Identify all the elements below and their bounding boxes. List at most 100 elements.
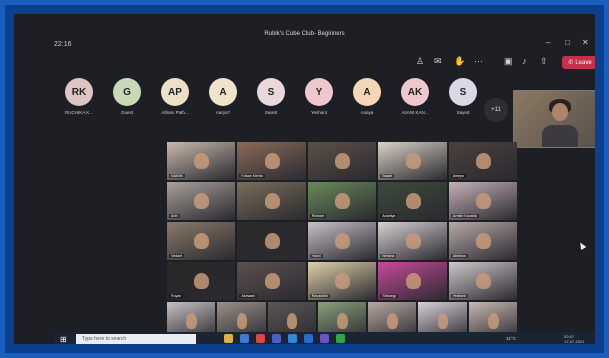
camera-icon[interactable]: ▣ [504,56,513,67]
avatar: A [353,78,381,106]
video-tile[interactable]: Ashwani [237,262,306,300]
participant-video [405,272,421,289]
video-tile[interactable]: Ravashith [307,262,377,300]
video-tile-name: Abhisha [450,254,468,258]
video-tile[interactable]: Vedant [167,222,236,260]
participant-video [286,312,298,329]
participant-name: Anaya [360,110,374,115]
weather-temp: 31°C [506,336,517,341]
video-tile[interactable]: NAINIK [167,142,236,180]
windows-start-icon[interactable]: ⊞ [60,335,67,344]
video-tile-name: Arth [169,214,180,218]
participant-video [264,192,280,209]
chat-icon[interactable]: ✉ [434,56,442,67]
meeting-timer: 22:16 [54,41,72,48]
participant-4[interactable]: A Aarya? [203,78,243,115]
participant-video [405,192,421,209]
edge-icon[interactable] [240,334,249,343]
video-tile[interactable]: Abhisha [448,222,517,260]
participant-1[interactable]: RK RUCHIKA K... [59,78,99,115]
avatar: A [209,78,237,106]
video-tile-name: Ruyan [169,294,184,298]
file-explorer-icon[interactable] [224,334,233,343]
video-tile[interactable]: Yashi [307,222,377,260]
leave-button[interactable]: ✆ Leave [562,56,595,69]
participant-8[interactable]: AK AVANI KAN... [395,78,435,115]
participant-9[interactable]: S Sayed [443,78,483,115]
participant-video [335,192,351,209]
participant-video [194,192,210,209]
video-tile[interactable]: Swarit [378,142,447,180]
video-tile[interactable]: Shivangi [378,262,447,300]
video-tile[interactable] [237,182,306,220]
participant-video [475,272,491,289]
video-tile[interactable]: Ruyan [167,262,236,300]
meeting-title: Rubik's Cube Club- Beginners [264,31,345,37]
video-tile[interactable]: Ameya [448,142,517,180]
participant-name: AVANI KAN... [401,110,429,115]
video-tile[interactable]: Kriaan Mehta [237,142,306,180]
participant-name: Yeshant [310,110,328,115]
self-video-preview[interactable] [513,90,595,148]
clock-date: 17-07-2021 [564,339,585,344]
video-tile[interactable]: Anantya [378,182,447,220]
participant-video [475,232,491,249]
participant-video [337,312,348,329]
participant-video [264,152,280,169]
video-tile[interactable] [237,222,306,260]
participant-7[interactable]: A Anaya [347,78,387,115]
avatar: AP [161,78,189,106]
avatar: Y [305,78,333,106]
close-icon[interactable]: ✕ [582,38,589,47]
participant-6[interactable]: Y Yeshant [299,78,339,115]
minimize-icon[interactable]: – [546,38,550,47]
excel-icon[interactable] [336,334,345,343]
video-tile-name: NAINIK [169,174,185,178]
chrome-icon[interactable] [256,334,265,343]
video-tile[interactable]: Avnish Kaushik [448,182,517,220]
mail-icon[interactable] [288,334,297,343]
participant-video [194,272,210,289]
participant-video [186,312,197,329]
participant-name: RUCHIKA K... [64,110,93,115]
more-icon[interactable]: ··· [474,56,483,66]
raise-hand-icon[interactable]: ✋ [454,56,465,67]
video-tile-name: Avnish Kaushik [450,214,480,218]
participant-video [335,272,351,289]
video-tile[interactable]: Arth [167,182,236,220]
video-tile-name: Ameya [450,174,466,178]
word-icon[interactable] [304,334,313,343]
video-tile-name: Nimsha [380,254,397,258]
video-tile-name: Anantya [380,214,398,218]
participant-video [475,152,491,169]
video-tile[interactable]: Nimsha [378,222,447,260]
participant-5[interactable]: S Swarit [251,78,291,115]
participant-2[interactable]: G Guest [107,78,147,115]
participant-video [437,312,449,329]
video-tile[interactable]: Rishant [307,182,377,220]
taskbar-search-input[interactable]: Type here to search [76,334,196,344]
teams-meeting-window: Rubik's Cube Club- Beginners 22:16 – □ ✕… [14,14,595,344]
more-participants-button[interactable]: +11 [484,98,508,122]
share-icon[interactable]: ⇧ [540,56,548,67]
participant-video [236,312,248,329]
video-tile-name: Rishant [309,214,326,218]
people-icon[interactable]: ♙ [416,56,424,67]
participant-name: Atharv Path... [161,110,189,115]
participant-3[interactable]: AP Atharv Path... [155,78,195,115]
avatar: RK [65,78,93,106]
participant-video [264,232,280,249]
video-tile[interactable] [307,142,377,180]
participant-video [488,312,499,329]
phone-icon: ✆ [568,60,574,66]
mouse-cursor-icon [577,240,587,251]
maximize-icon[interactable]: □ [565,38,570,47]
onenote-icon[interactable] [320,334,329,343]
participant-video [405,152,421,169]
teams-icon[interactable] [272,334,281,343]
mic-icon[interactable]: ♪ [522,56,527,66]
video-tile-name: Swarit [380,174,395,178]
video-tile[interactable]: Yedhant [448,262,517,300]
participant-name: Swarit [264,110,278,115]
participant-video [194,232,210,249]
